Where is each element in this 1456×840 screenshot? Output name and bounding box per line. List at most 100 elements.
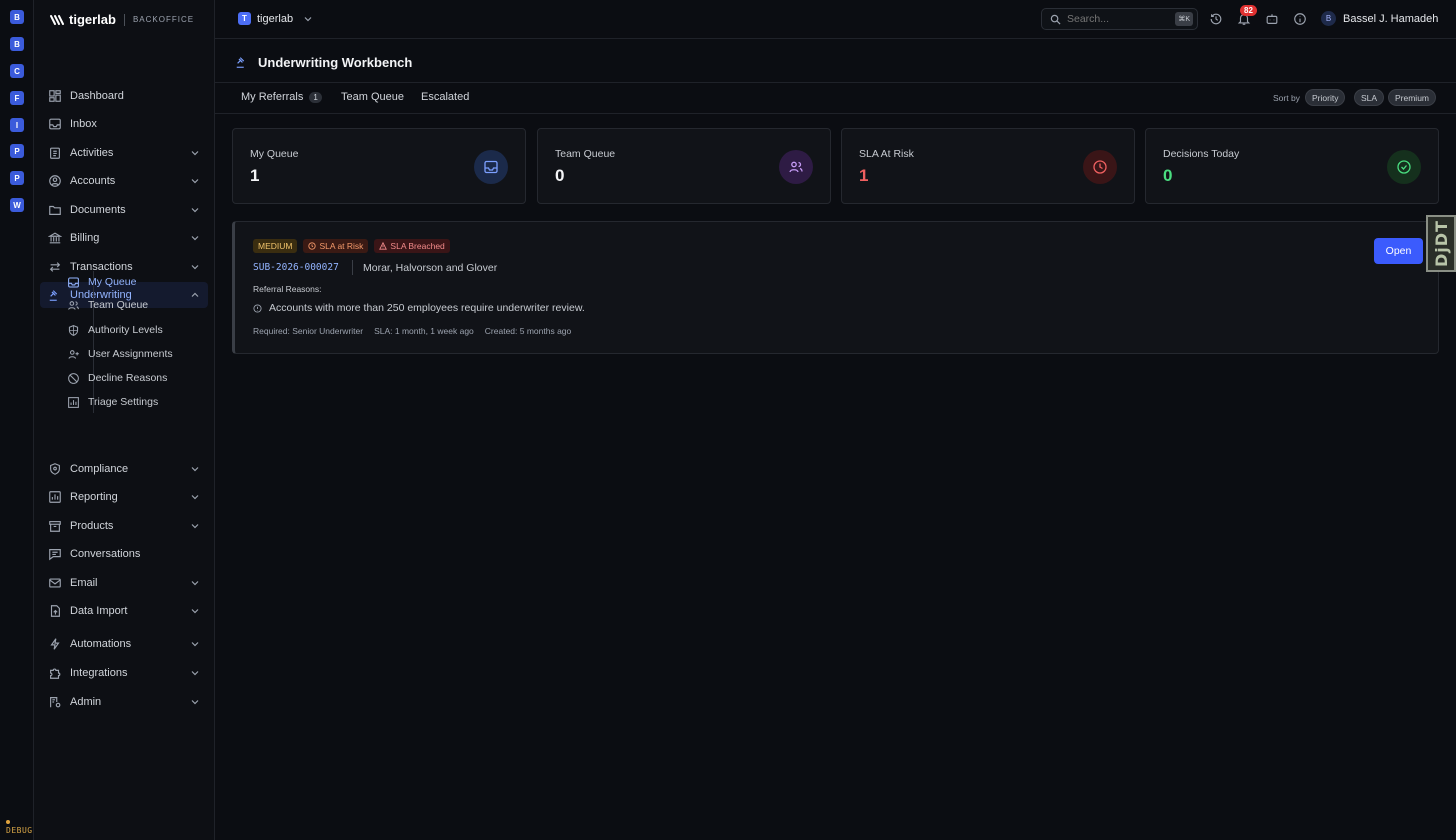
sidebar-item-admin[interactable]: Admin [40, 689, 208, 715]
gavel-icon [49, 290, 58, 301]
badge-label: SLA Breached [390, 241, 445, 251]
chevron-down-icon [191, 495, 199, 500]
chevron-down-icon [191, 208, 199, 213]
sidebar-item-data-import[interactable]: Data Import [40, 598, 208, 624]
archive-icon [49, 521, 61, 532]
clock-icon [308, 242, 317, 250]
sidebar-sub-triage-settings[interactable]: Triage Settings [67, 391, 217, 413]
user-circle-icon [49, 175, 61, 187]
notification-count-badge: 82 [1240, 5, 1257, 16]
debug-toolbar-handle[interactable]: DjDT [1426, 215, 1456, 272]
bar-chart-icon [68, 396, 79, 408]
chevron-down-icon [191, 524, 199, 529]
rail-app-i[interactable]: I [10, 118, 24, 132]
chevron-down-icon [191, 700, 199, 705]
open-button[interactable]: Open [1374, 238, 1423, 264]
rail-app-b1[interactable]: B [10, 10, 24, 24]
rail-app-w[interactable]: W [10, 198, 24, 212]
sidebar-item-label: Documents [70, 204, 126, 216]
sidebar-sub-team-queue[interactable]: Team Queue [67, 294, 217, 316]
sidebar-item-label: Conversations [70, 548, 141, 560]
rail-app-c[interactable]: C [10, 64, 24, 78]
sidebar: tigerlab BACKOFFICE Dashboard Inbox Acti… [34, 0, 215, 840]
sidebar-item-label: Billing [70, 232, 100, 244]
building-cog-icon [50, 697, 61, 708]
sidebar-item-activities[interactable]: Activities [40, 140, 208, 166]
puzzle-icon [50, 668, 61, 679]
brand[interactable]: tigerlab BACKOFFICE [34, 0, 214, 39]
stat-icon-wrap [1387, 150, 1421, 184]
page-header: Underwriting Workbench [215, 40, 1456, 83]
tenant-switcher[interactable]: T tigerlab [238, 12, 313, 25]
created-info: Created: 5 months ago [484, 326, 572, 336]
rail-app-b2[interactable]: B [10, 37, 24, 51]
submission-id-link[interactable]: SUB-2026-000027 [253, 262, 339, 273]
sidebar-item-billing[interactable]: Billing [40, 225, 208, 251]
sidebar-item-products[interactable]: Products [40, 513, 208, 539]
debug-toolbar-label: DjDT [1431, 220, 1451, 267]
tab-team-queue[interactable]: Team Queue [341, 91, 404, 103]
sidebar-item-inbox[interactable]: Inbox [40, 111, 208, 137]
sort-priority-button[interactable]: Priority [1305, 89, 1346, 106]
sidebar-item-email[interactable]: Email [40, 570, 208, 596]
search-box[interactable]: ⌘K [1041, 8, 1198, 30]
sidebar-item-automations[interactable]: Automations [40, 631, 208, 657]
tab-count-badge: 1 [309, 91, 322, 103]
brand-name: tigerlab [69, 12, 116, 27]
warning-icon [379, 242, 388, 250]
sidebar-sub-authority-levels[interactable]: Authority Levels [67, 319, 217, 341]
stat-value: 1 [859, 166, 869, 185]
sidebar-item-dashboard[interactable]: Dashboard [40, 83, 208, 109]
rail-app-f[interactable]: F [10, 91, 24, 105]
sidebar-item-documents[interactable]: Documents [40, 197, 208, 223]
chevron-down-icon [191, 671, 199, 676]
history-icon[interactable] [1209, 12, 1223, 26]
sidebar-item-conversations[interactable]: Conversations [40, 541, 208, 567]
user-menu[interactable]: B Bassel J. Hamadeh [1321, 11, 1438, 26]
sidebar-sub-label: User Assignments [88, 348, 173, 360]
stat-value: 0 [555, 166, 565, 185]
sidebar-item-reporting[interactable]: Reporting [40, 484, 208, 510]
clipboard-icon [50, 147, 60, 159]
rail-app-p2[interactable]: P [10, 171, 24, 185]
referral-reasons-label: Referral Reasons: [253, 284, 322, 294]
stat-icon-wrap [1083, 150, 1117, 184]
stat-label: Team Queue [555, 148, 616, 160]
tab-label: My Referrals [241, 91, 304, 103]
sidebar-item-accounts[interactable]: Accounts [40, 168, 208, 194]
chevron-down-icon [191, 581, 199, 586]
stat-card-my-queue: My Queue 1 [232, 128, 526, 204]
stat-label: SLA At Risk [859, 148, 914, 160]
chart-icon [49, 491, 61, 503]
chevron-down-icon [191, 151, 199, 156]
sidebar-sub-decline-reasons[interactable]: Decline Reasons [67, 367, 217, 389]
account-name: Morar, Halvorson and Glover [363, 262, 498, 274]
sort-premium-button[interactable]: Premium [1388, 89, 1437, 106]
sla-breached-badge: SLA Breached [374, 239, 450, 253]
tab-my-referrals[interactable]: My Referrals 1 [241, 91, 322, 103]
page-title: Underwriting Workbench [258, 55, 413, 70]
referral-card[interactable]: MEDIUM SLA at Risk SLA Breached SUB-2026… [232, 221, 1439, 354]
brand-divider [123, 13, 125, 26]
debug-indicator: DEBUG [6, 817, 33, 835]
stat-value: 0 [1163, 166, 1173, 185]
search-input[interactable] [1067, 13, 1167, 25]
sidebar-item-integrations[interactable]: Integrations [40, 660, 208, 686]
stat-label: Decisions Today [1163, 148, 1240, 160]
info-icon[interactable] [1293, 12, 1307, 26]
users-icon [68, 300, 79, 310]
sidebar-sub-my-queue[interactable]: My Queue [67, 271, 217, 293]
sidebar-item-label: Data Import [70, 605, 128, 617]
search-shortcut: ⌘K [1175, 12, 1193, 26]
brand-sub: BACKOFFICE [132, 15, 195, 24]
sidebar-item-compliance[interactable]: Compliance [40, 456, 208, 482]
sidebar-sub-label: Triage Settings [88, 396, 159, 408]
tab-escalated[interactable]: Escalated [421, 91, 469, 103]
users-icon [789, 161, 803, 173]
robot-icon[interactable] [1265, 12, 1279, 26]
rail-app-p1[interactable]: P [10, 144, 24, 158]
user-plus-icon [68, 349, 79, 359]
sidebar-sub-label: Team Queue [88, 299, 149, 311]
sort-sla-button[interactable]: SLA [1354, 89, 1385, 106]
sidebar-sub-user-assignments[interactable]: User Assignments [67, 343, 217, 365]
